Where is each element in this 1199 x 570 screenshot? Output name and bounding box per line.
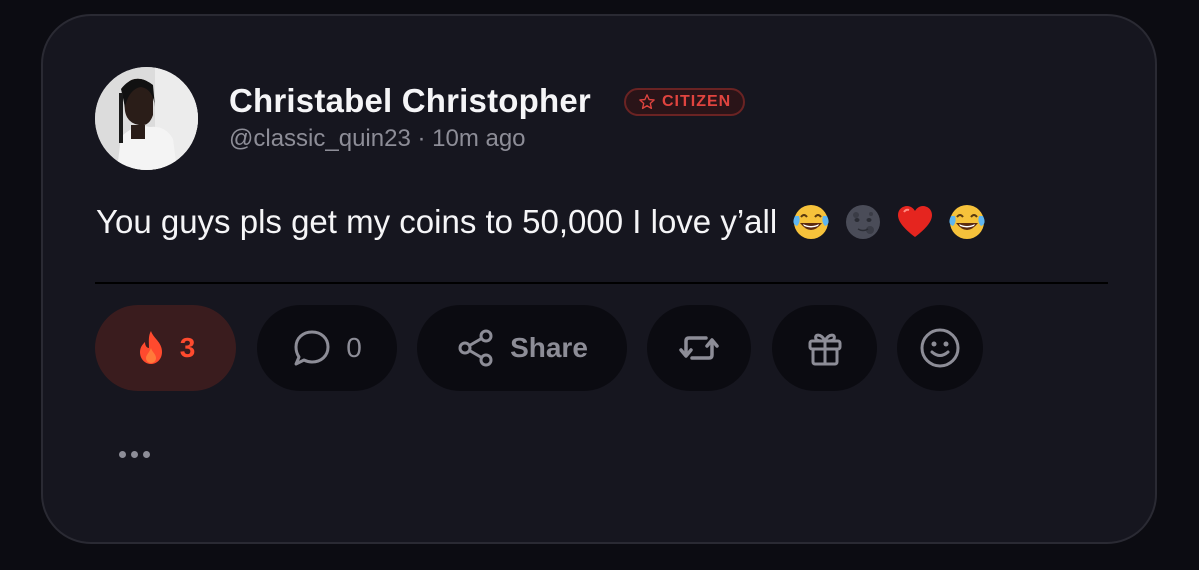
gift-button[interactable]	[772, 305, 877, 391]
comment-button[interactable]: 0	[257, 305, 397, 391]
react-button[interactable]	[897, 305, 983, 391]
post-emojis	[791, 202, 987, 242]
avatar[interactable]	[95, 67, 198, 170]
dot	[143, 450, 150, 458]
post-card: Christabel Christopher CITIZEN @classic_…	[41, 14, 1157, 544]
fire-icon	[139, 331, 162, 364]
citizen-badge: CITIZEN	[624, 88, 746, 116]
post-body: You guys pls get my coins to 50,000 I lo…	[96, 202, 987, 242]
post-text: You guys pls get my coins to 50,000 I lo…	[96, 203, 778, 240]
share-button[interactable]: Share	[417, 305, 627, 391]
repost-button[interactable]	[647, 305, 751, 391]
share-label: Share	[510, 332, 588, 363]
new-moon-face-emoji	[846, 205, 881, 239]
avatar-photo	[95, 67, 198, 170]
red-heart-emoji	[898, 206, 933, 237]
repost-icon	[679, 336, 719, 360]
divider	[95, 282, 1108, 284]
share-nodes-icon	[458, 329, 493, 367]
handle-and-time: @classic_quin23 · 10m ago	[229, 125, 526, 152]
gift-icon	[808, 333, 841, 366]
author-name[interactable]: Christabel Christopher	[229, 82, 591, 120]
tears-of-joy-emoji	[793, 205, 829, 239]
comment-count: 0	[346, 332, 362, 363]
star-outline-icon	[639, 94, 655, 110]
dot	[131, 450, 138, 458]
dot	[119, 450, 126, 458]
tears-of-joy-emoji	[949, 205, 985, 239]
fire-reaction-button[interactable]: 3	[95, 305, 236, 391]
smiley-icon	[920, 328, 960, 368]
speech-bubble-icon	[294, 330, 330, 366]
more-dots-icon[interactable]	[119, 444, 159, 464]
badge-label: CITIZEN	[662, 93, 732, 110]
fire-count: 3	[179, 332, 196, 363]
